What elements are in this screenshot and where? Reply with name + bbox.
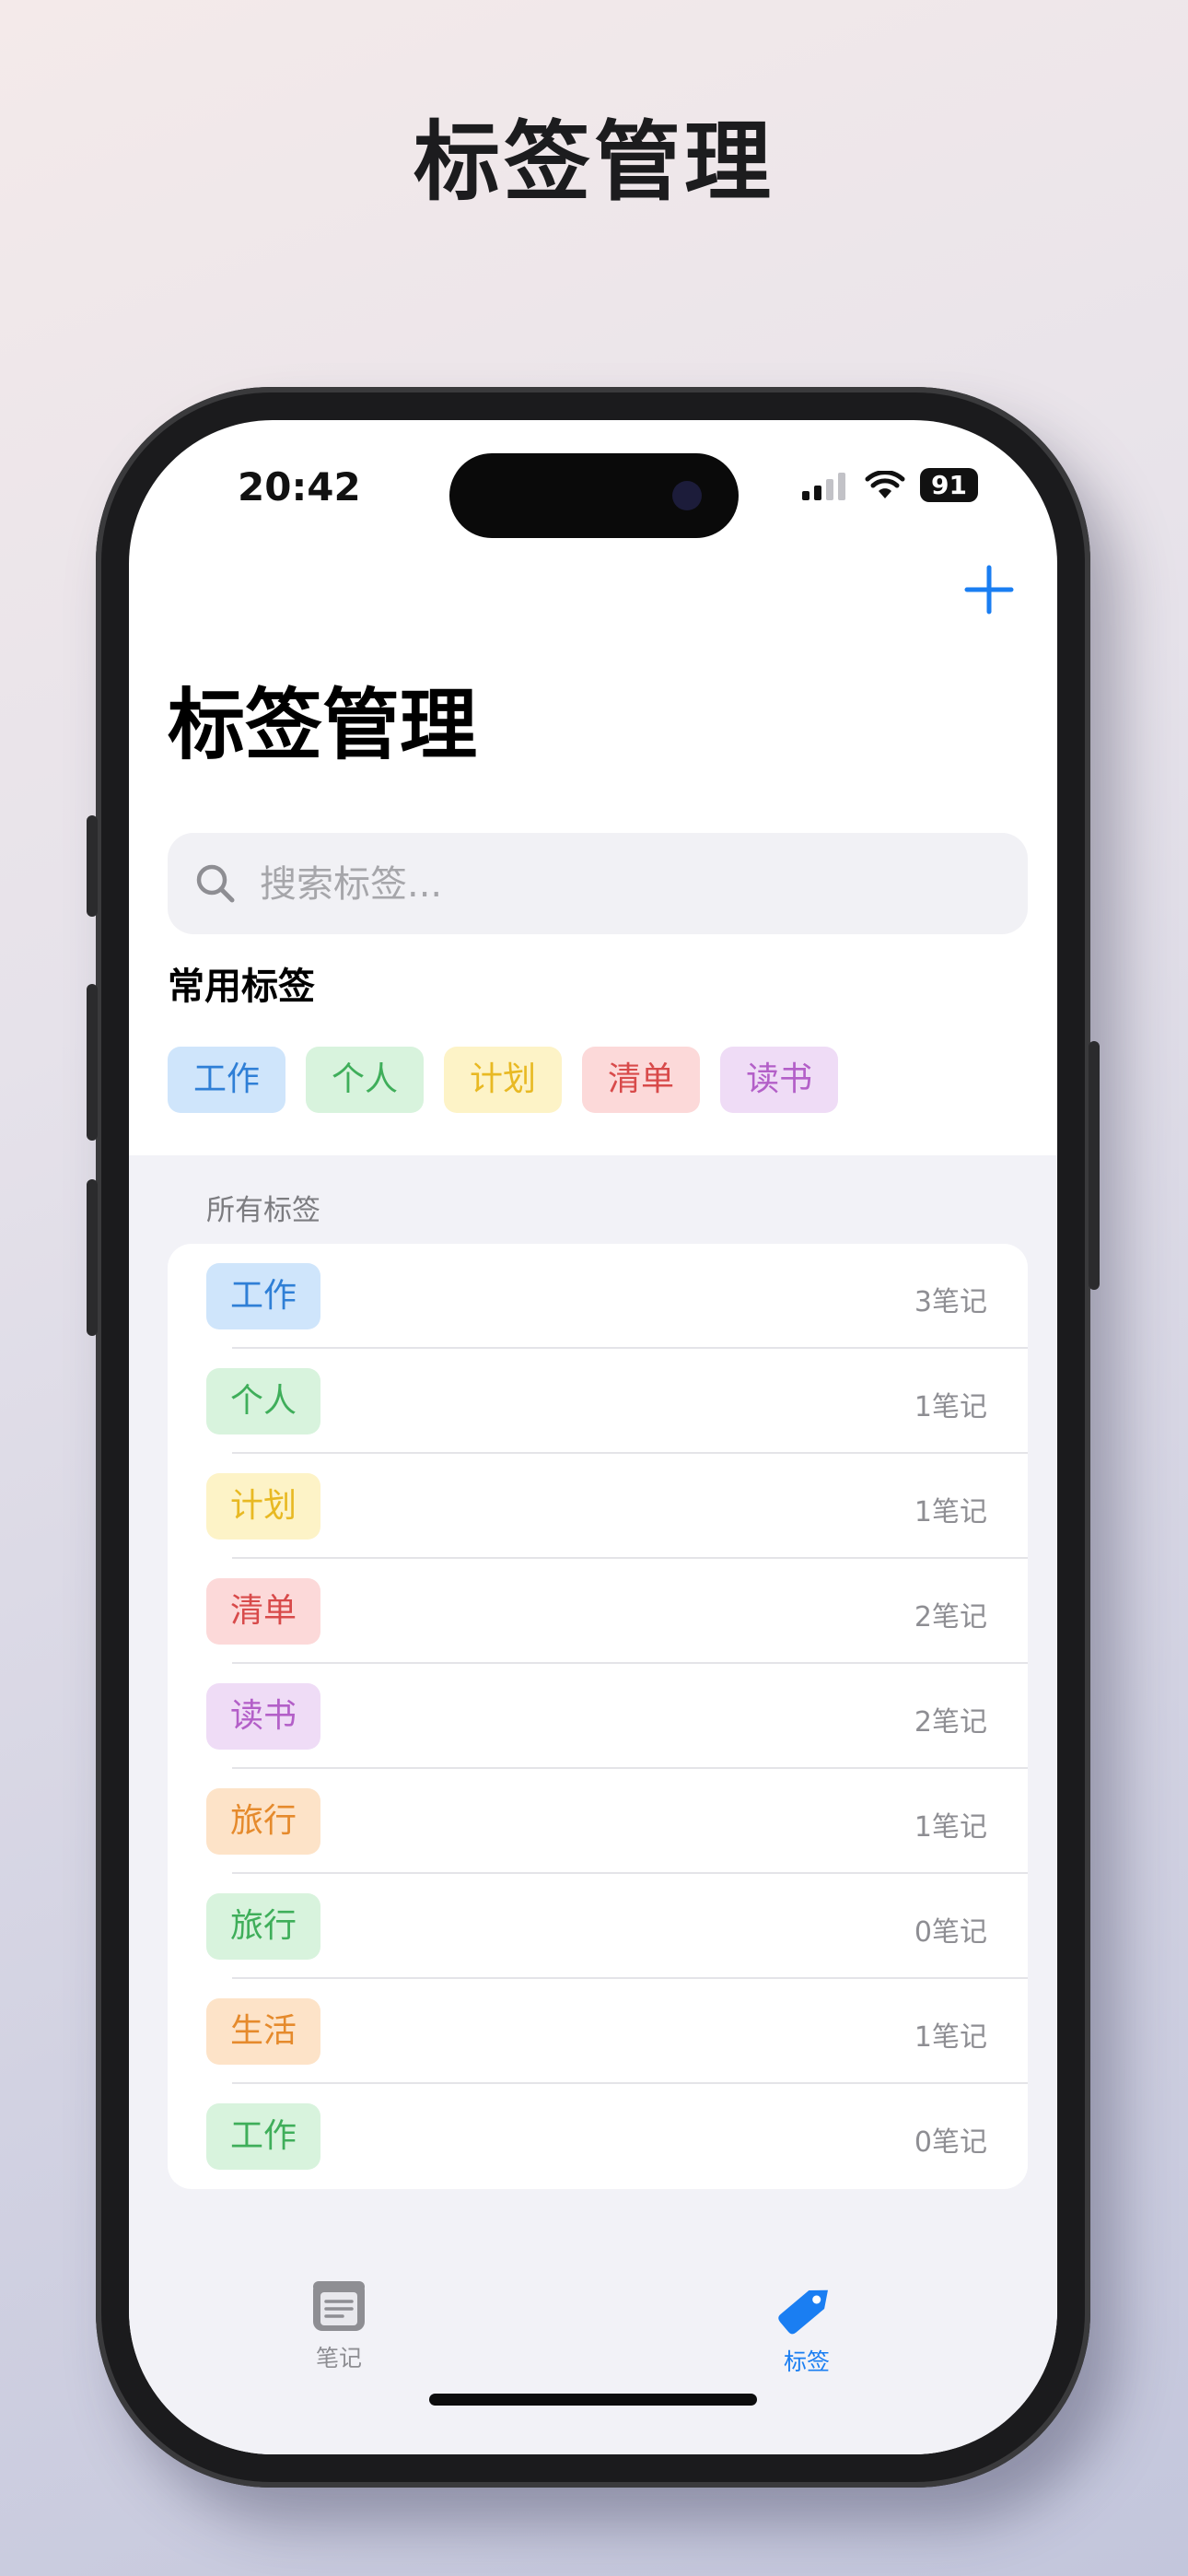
all-tags-header: 所有标签: [206, 1194, 320, 1227]
signal-icon: [802, 472, 846, 500]
frequent-tag-chip[interactable]: 工作: [168, 1047, 286, 1113]
note-count: 0笔记: [914, 1916, 987, 1949]
note-count: 0笔记: [914, 2126, 987, 2159]
tab-label: 笔记: [315, 2345, 362, 2371]
frequent-tag-chip[interactable]: 读书: [720, 1047, 839, 1113]
tag-row[interactable]: 旅行 0笔记: [168, 1874, 1028, 1979]
frequent-tag-chip[interactable]: 清单: [582, 1047, 701, 1113]
side-button: [1089, 1041, 1100, 1290]
tag-label: 读书: [206, 1683, 321, 1750]
notes-icon: [313, 2281, 365, 2331]
note-count: 1笔记: [914, 1811, 987, 1844]
plus-icon[interactable]: [961, 562, 1017, 617]
dynamic-island: [449, 453, 739, 538]
tag-row[interactable]: 清单 2笔记: [168, 1559, 1028, 1664]
status-icons: 91: [802, 468, 978, 502]
tag-row[interactable]: 工作 3笔记: [168, 1244, 1028, 1349]
search-bar[interactable]: [168, 833, 1028, 934]
tag-row[interactable]: 读书 2笔记: [168, 1664, 1028, 1769]
note-count: 3笔记: [914, 1286, 987, 1318]
note-count: 1笔记: [914, 1496, 987, 1528]
tag-row[interactable]: 个人 1笔记: [168, 1349, 1028, 1454]
volume-down-button: [87, 1179, 98, 1336]
frequent-tag-chip[interactable]: 计划: [444, 1047, 563, 1113]
wifi-icon: [865, 470, 905, 498]
note-count: 1笔记: [914, 1391, 987, 1423]
tag-row[interactable]: 工作 0笔记: [168, 2084, 1028, 2189]
nav-title: 标签管理: [168, 680, 478, 770]
tab-notes[interactable]: 笔记: [247, 2279, 431, 2373]
tag-label: 个人: [206, 1368, 321, 1434]
note-count: 2笔记: [914, 1601, 987, 1633]
all-tags-list: 工作 3笔记 个人 1笔记 计划 1笔记 清单 2笔记 读书 2笔记 旅行 1笔…: [168, 1244, 1028, 2189]
frequent-tag-chip[interactable]: 个人: [306, 1047, 425, 1113]
page-title: 标签管理: [413, 112, 775, 213]
tab-bar: 笔记 标签: [129, 2279, 1057, 2454]
tag-row[interactable]: 计划 1笔记: [168, 1454, 1028, 1559]
tag-label: 工作: [206, 2103, 321, 2170]
volume-up-button: [87, 984, 98, 1141]
status-time: 20:42: [238, 464, 361, 509]
search-input[interactable]: [258, 853, 998, 916]
home-indicator: [429, 2394, 757, 2406]
battery-indicator: 91: [920, 468, 978, 502]
tag-label: 生活: [206, 1998, 321, 2065]
tab-tags[interactable]: 标签: [715, 2279, 899, 2377]
tag-row[interactable]: 生活 1笔记: [168, 1979, 1028, 2084]
tag-label: 旅行: [206, 1893, 321, 1960]
tag-label: 工作: [206, 1263, 321, 1329]
frequent-tags: 工作 个人 计划 清单 读书: [168, 1047, 839, 1113]
tab-label: 标签: [783, 2348, 830, 2375]
tag-label: 计划: [206, 1473, 321, 1540]
note-count: 1笔记: [914, 2021, 987, 2054]
tag-label: 清单: [206, 1578, 321, 1645]
frequent-tags-title: 常用标签: [168, 966, 315, 1008]
camera-icon: [672, 481, 702, 510]
tag-icon: [778, 2289, 828, 2335]
action-button: [87, 815, 98, 917]
app-screen: 20:42 91 标签管理 搜索标签... 常用标签 工作 个人 计划 清单 读…: [129, 420, 1057, 2454]
tag-row[interactable]: 旅行 1笔记: [168, 1769, 1028, 1874]
tag-label: 旅行: [206, 1788, 321, 1855]
phone-frame: 20:42 91 标签管理 搜索标签... 常用标签 工作 个人 计划 清单 读…: [87, 387, 1100, 2488]
note-count: 2笔记: [914, 1706, 987, 1739]
search-icon: [196, 864, 235, 903]
